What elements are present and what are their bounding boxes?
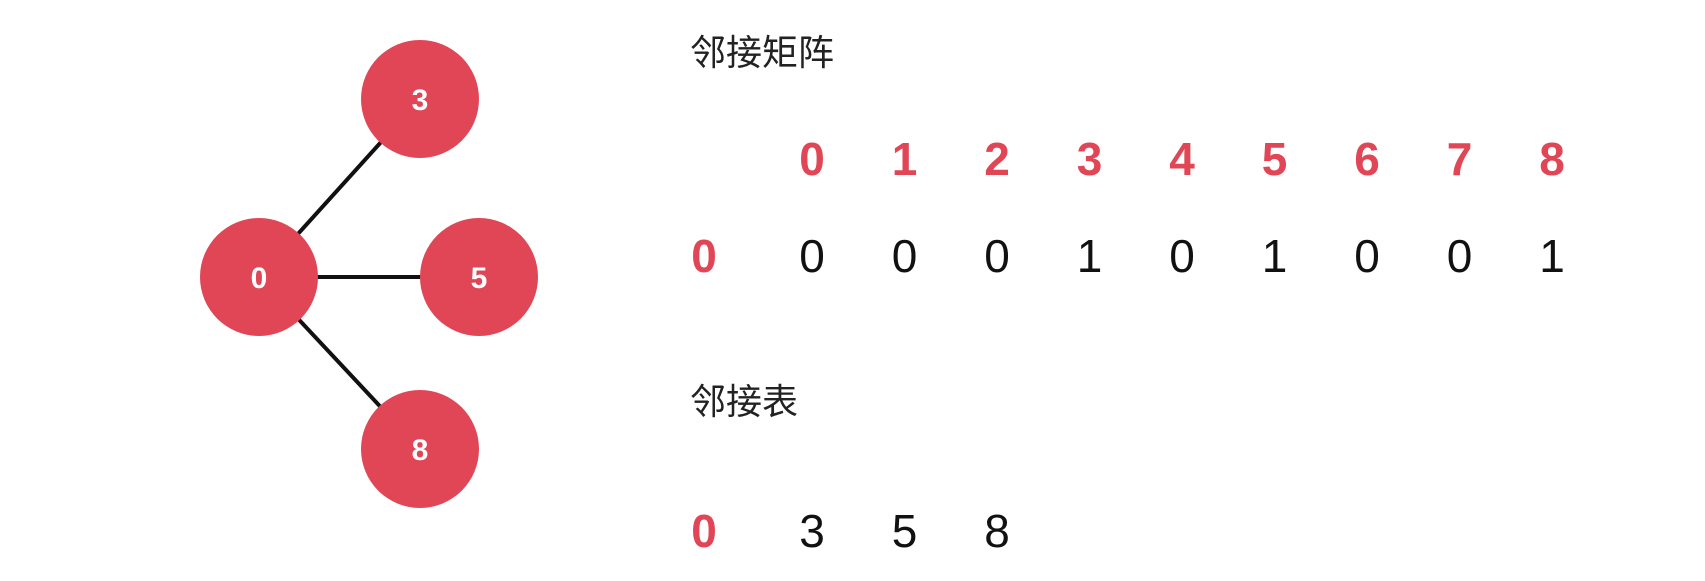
matrix-column-header: 2 xyxy=(984,133,1010,185)
matrix-cell: 1 xyxy=(1076,230,1103,282)
adjacency-list-neighbor: 8 xyxy=(984,505,1010,557)
matrix-column-header: 5 xyxy=(1261,133,1288,185)
node-label: 8 xyxy=(412,434,429,467)
matrix-row-label: 0 xyxy=(691,230,717,282)
matrix-cell: 0 xyxy=(1446,230,1473,282)
node-5: 5 xyxy=(420,218,538,336)
matrix-column-header: 1 xyxy=(891,133,918,185)
node-8: 8 xyxy=(361,390,479,508)
matrix-column-header: 7 xyxy=(1446,133,1473,185)
node-3: 3 xyxy=(361,40,479,158)
matrix-cell: 0 xyxy=(984,230,1010,282)
matrix-cell: 0 xyxy=(799,230,825,282)
matrix-cell: 0 xyxy=(1169,230,1195,282)
adjacency-list-row-label: 0 xyxy=(691,505,717,557)
node-label: 3 xyxy=(412,84,429,117)
matrix-column-header: 0 xyxy=(799,133,825,185)
adjacency-list-neighbor: 3 xyxy=(799,505,825,557)
matrix-column-header: 3 xyxy=(1076,133,1103,185)
adjacency-list-neighbor: 5 xyxy=(891,505,918,557)
node-0: 0 xyxy=(200,218,318,336)
matrix-column-header: 4 xyxy=(1169,133,1195,185)
matrix-cell: 0 xyxy=(1354,230,1380,282)
matrix-cell: 0 xyxy=(891,230,918,282)
node-label: 5 xyxy=(471,262,488,295)
matrix-cell: 1 xyxy=(1539,230,1565,282)
matrix-column-header: 6 xyxy=(1354,133,1380,185)
adjacency-list-title: 邻接表 xyxy=(690,382,799,423)
graph-diagram: 0 3 5 8 xyxy=(200,40,538,508)
matrix-cell: 1 xyxy=(1261,230,1288,282)
node-label: 0 xyxy=(251,262,268,295)
matrix-title: 邻接矩阵 xyxy=(690,33,835,74)
matrix-column-header: 8 xyxy=(1539,133,1565,185)
